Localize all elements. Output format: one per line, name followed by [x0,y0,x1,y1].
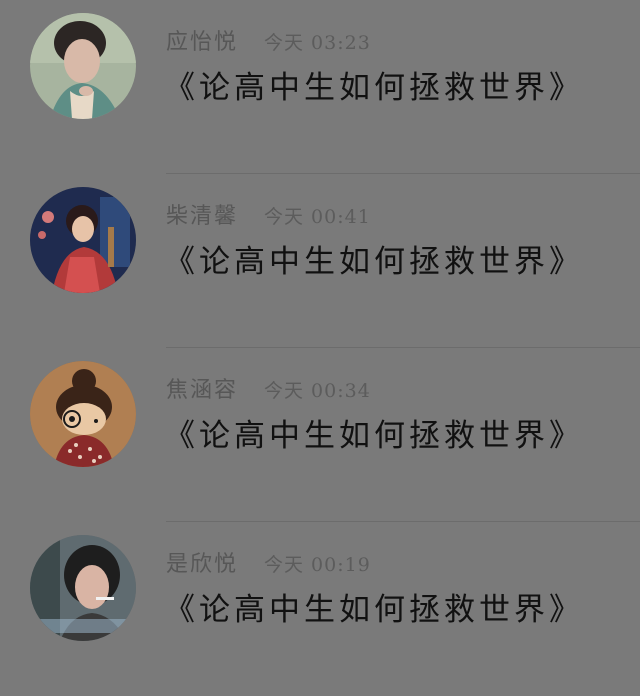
avatar[interactable] [30,13,136,119]
sender-name: 柴清馨 [166,204,239,229]
list-item[interactable]: 应怡悦 今天 03:23 《论高中生如何拯救世界》 [0,0,640,174]
message-title: 《论高中生如何拯救世界》 [164,244,584,280]
message-meta: 是欣悦 今天 00:19 [166,546,371,577]
list-item[interactable]: 焦涵容 今天 00:34 《论高中生如何拯救世界》 [0,348,640,522]
avatar-anime-girl-red-dress-icon [30,187,136,293]
timestamp: 今天 03:23 [264,32,371,54]
avatar-girl-green-hanfu-icon [30,13,136,119]
timestamp: 今天 00:41 [264,206,371,228]
message-title: 《论高中生如何拯救世界》 [164,592,584,628]
list-item[interactable]: 是欣悦 今天 00:19 《论高中生如何拯救世界》 [0,522,640,696]
sender-name: 焦涵容 [166,378,239,403]
timestamp: 今天 00:34 [264,380,371,402]
message-meta: 柴清馨 今天 00:41 [166,198,371,229]
message-title: 《论高中生如何拯救世界》 [164,418,584,454]
avatar[interactable] [30,535,136,641]
avatar[interactable] [30,187,136,293]
list-item[interactable]: 柴清馨 今天 00:41 《论高中生如何拯救世界》 [0,174,640,348]
message-meta: 应怡悦 今天 03:23 [166,24,371,55]
timestamp: 今天 00:19 [264,554,371,576]
avatar-cartoon-doll-bun-icon [30,361,136,467]
message-list: 应怡悦 今天 03:23 《论高中生如何拯救世界》 柴清馨 今天 00:41 《… [0,0,640,664]
avatar[interactable] [30,361,136,467]
sender-name: 是欣悦 [166,552,239,577]
message-title: 《论高中生如何拯救世界》 [164,70,584,106]
message-meta: 焦涵容 今天 00:34 [166,372,371,403]
sender-name: 应怡悦 [166,30,239,55]
avatar-girl-cigarette-icon [30,535,136,641]
